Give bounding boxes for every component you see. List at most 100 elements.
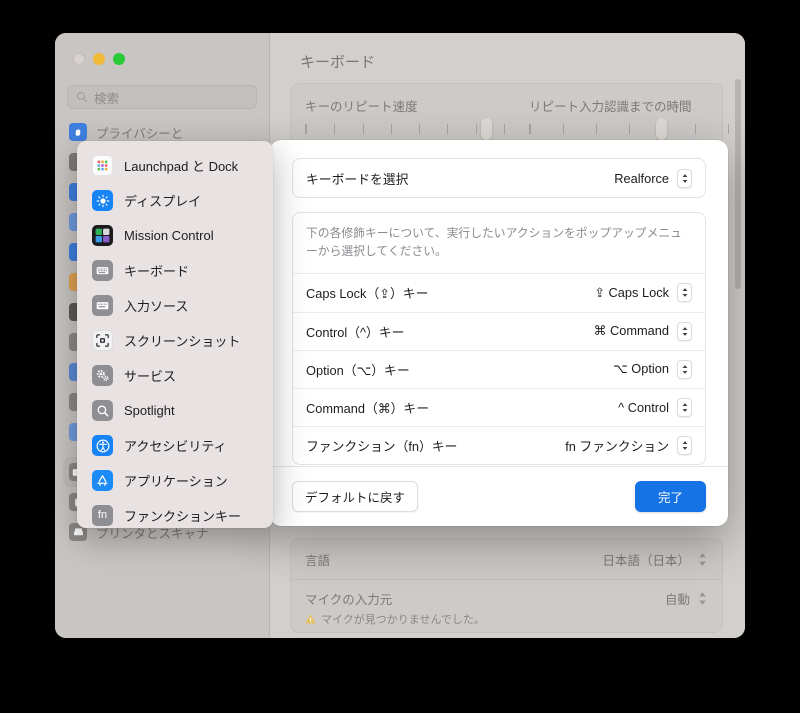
menu-item-label: アクセシビリティ (124, 439, 227, 454)
modifier-value-group[interactable]: fn ファンクション (565, 435, 692, 455)
menu-item-applications[interactable]: アプリケーション (84, 463, 266, 498)
accessibility-icon (92, 435, 113, 456)
page-title: キーボード (300, 54, 376, 71)
menu-item-display[interactable]: ディスプレイ (84, 183, 266, 218)
modifier-value-group[interactable]: ⌘ Command (593, 321, 692, 341)
mic-source-value: 自動 (664, 593, 690, 607)
menu-item-keyboard[interactable]: キーボード (84, 253, 266, 288)
launchpad-icon (92, 155, 113, 176)
chevron-updown-icon[interactable] (677, 359, 692, 379)
menu-item-spotlight[interactable]: Spotlight (84, 393, 266, 428)
traffic-lights (73, 53, 125, 65)
sidebar-item-label: プライバシーと (96, 126, 184, 141)
screenshot-icon (92, 330, 113, 351)
sheet-footer: デフォルトに戻す 完了 (270, 466, 728, 526)
menu-item-label: サービス (124, 369, 177, 384)
modifier-row-command[interactable]: Command（⌘）キー ^ Control (293, 387, 705, 426)
keyboard-select-label: キーボードを選択 (306, 171, 409, 187)
modifier-value: ⌘ Command (593, 323, 669, 339)
menu-item-label: Launchpad と Dock (124, 159, 239, 174)
language-label: 言語 (305, 553, 331, 568)
mic-source-group: マイクの入力元 マイクが見つかりませんでした。 (305, 589, 485, 627)
menu-item-screenshot[interactable]: スクリーンショット (84, 323, 266, 358)
keyboard-select-value-group[interactable]: Realforce (614, 168, 692, 188)
restore-defaults-button[interactable]: デフォルトに戻す (292, 481, 419, 512)
menu-item-input-sources[interactable]: 入力ソース (84, 288, 266, 323)
display-brightness-icon (92, 190, 113, 211)
chevron-updown-icon[interactable] (677, 397, 692, 417)
key-repeat-rate-slider[interactable] (305, 124, 505, 134)
menu-item-label: ディスプレイ (124, 194, 202, 209)
menu-item-accessibility[interactable]: アクセシビリティ (84, 428, 266, 463)
chevron-updown-icon[interactable] (677, 168, 692, 188)
repeat-delay-label: リピート入力認識までの時間 (529, 100, 692, 114)
menu-item-label: 入力ソース (124, 299, 189, 314)
chevron-updown-icon[interactable] (677, 435, 692, 455)
shortcuts-category-popup: Launchpad と Dock ディスプレイ Mission Control … (77, 141, 273, 528)
modifier-label: Option（⌥）キー (306, 362, 410, 378)
sheet-description: 下の各修飾キーについて、実行したいアクションをポップアップメニューから選択してく… (293, 213, 705, 274)
chevron-updown-icon (699, 552, 706, 566)
menu-item-label: アプリケーション (124, 474, 228, 489)
repeat-rate-label: キーのリピート速度 (305, 100, 418, 114)
table-row[interactable]: 言語 日本語（日本） (291, 539, 722, 579)
search-placeholder: 検索 (94, 91, 120, 106)
language-value-group[interactable]: 日本語（日本） (602, 550, 708, 569)
modifier-value-group[interactable]: ⇪ Caps Lock (594, 283, 692, 303)
app-store-icon (92, 470, 113, 491)
content-scrollbar[interactable] (735, 79, 741, 289)
menu-item-label: Spotlight (124, 403, 175, 418)
sheet-body: キーボードを選択 Realforce 下の各修飾キーについて、実行したいアクショ… (270, 140, 728, 465)
services-gear-icon (92, 365, 113, 386)
modifier-value: ⌥ Option (612, 361, 669, 377)
language-value: 日本語（日本） (602, 553, 690, 568)
modifier-value: ^ Control (618, 399, 669, 415)
modifier-value: fn ファンクション (565, 438, 669, 454)
zoom-button[interactable] (113, 53, 125, 65)
chevron-updown-icon[interactable] (677, 321, 692, 341)
menu-item-label: Mission Control (124, 228, 214, 243)
search-field[interactable]: 検索 (67, 85, 257, 109)
table-row[interactable]: マイクの入力元 マイクが見つかりませんでした。 自動 (291, 579, 722, 633)
mic-source-label: マイクの入力元 (305, 593, 393, 607)
minimize-button[interactable] (93, 53, 105, 65)
modifier-label: ファンクション（fn）キー (306, 438, 458, 454)
mic-source-value-group[interactable]: 自動 (665, 589, 708, 608)
chevron-updown-icon (699, 592, 706, 605)
fn-key-icon: fn (92, 505, 113, 526)
menu-item-services[interactable]: サービス (84, 358, 266, 393)
spotlight-search-icon (92, 400, 113, 421)
modifier-row-function[interactable]: ファンクション（fn）キー fn ファンクション (293, 425, 705, 464)
menu-item-function-keys[interactable]: fn ファンクションキー (84, 498, 266, 528)
modifier-label: Control（^）キー (306, 324, 405, 340)
menu-item-label: キーボード (124, 264, 190, 279)
modifier-label: Caps Lock（⇪）キー (306, 286, 429, 302)
chevron-updown-icon[interactable] (677, 283, 692, 303)
screen: 検索 プライバシーと プリンタとスキャナ キーボード キーのリピート速度 リピー… (0, 0, 800, 713)
modifier-value-group[interactable]: ⌥ Option (612, 359, 692, 379)
modifier-row-option[interactable]: Option（⌥）キー ⌥ Option (293, 349, 705, 388)
menu-item-mission-control[interactable]: Mission Control (84, 218, 266, 253)
modifier-label: Command（⌘）キー (306, 400, 430, 416)
keyboard-icon (92, 260, 113, 281)
close-button[interactable] (73, 53, 85, 65)
keyboard-select-row[interactable]: キーボードを選択 Realforce (293, 159, 705, 197)
modifier-value-group[interactable]: ^ Control (618, 397, 692, 417)
mic-warning-text: マイクが見つかりませんでした。 (321, 614, 485, 626)
key-repeat-delay-slider[interactable] (529, 124, 729, 134)
done-button[interactable]: 完了 (634, 481, 706, 512)
key-repeat-rate-knob[interactable] (481, 118, 492, 140)
mic-warning: マイクが見つかりませんでした。 (305, 611, 485, 627)
language-mic-panel: 言語 日本語（日本） マイクの入力元 マイクが見つかりませんでした。 自動 (290, 538, 723, 633)
hand-icon (69, 123, 87, 141)
keyboard-select-card: キーボードを選択 Realforce (292, 158, 706, 198)
input-source-icon (92, 295, 113, 316)
keyboard-select-value: Realforce (614, 170, 669, 186)
menu-item-launchpad-dock[interactable]: Launchpad と Dock (84, 148, 266, 183)
modifier-keys-sheet: キーボードを選択 Realforce 下の各修飾キーについて、実行したいアクショ… (270, 140, 728, 526)
modifier-row-caps-lock[interactable]: Caps Lock（⇪）キー ⇪ Caps Lock (293, 274, 705, 312)
modifier-row-control[interactable]: Control（^）キー ⌘ Command (293, 311, 705, 350)
mission-control-icon (92, 225, 113, 246)
key-repeat-delay-knob[interactable] (656, 118, 667, 140)
menu-item-label: スクリーンショット (124, 334, 241, 349)
